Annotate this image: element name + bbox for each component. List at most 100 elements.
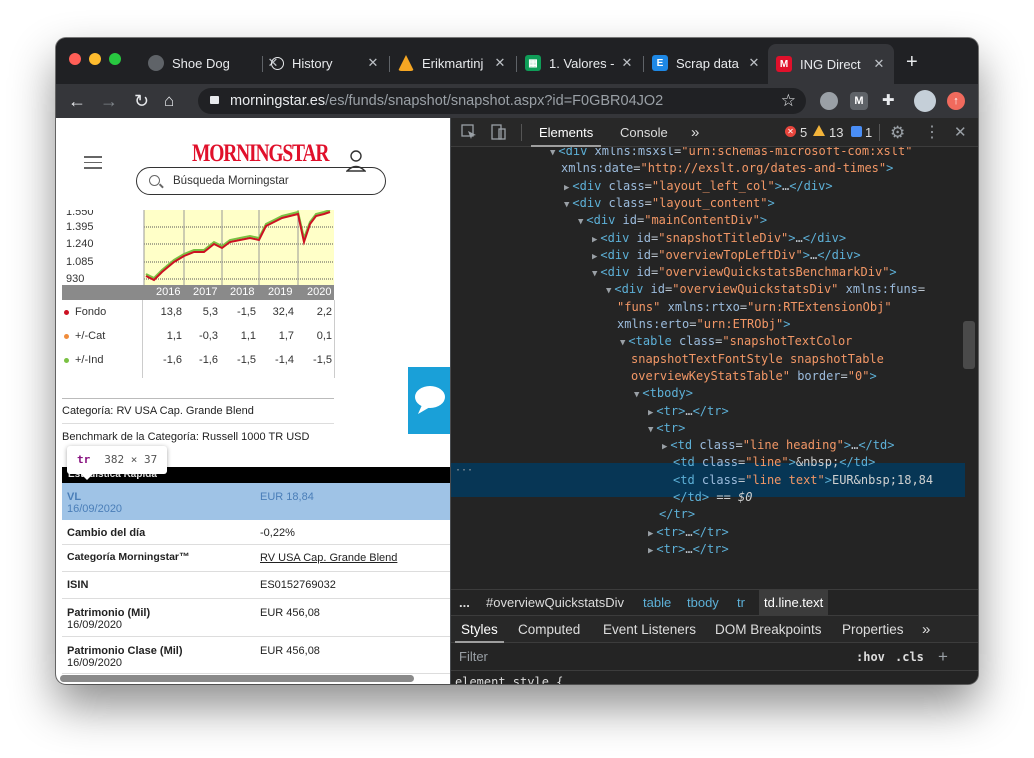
warning-icon[interactable] bbox=[813, 125, 825, 136]
dom-node-line[interactable]: ▼ <div xmlns:msxsl="urn:schemas-microsoft… bbox=[550, 147, 912, 160]
more-subtabs-icon[interactable]: » bbox=[922, 616, 930, 643]
inspect-icon[interactable] bbox=[461, 124, 477, 140]
address-bar[interactable]: morningstar.es/es/funds/snapshot/snapsho… bbox=[198, 88, 806, 114]
close-devtools-icon[interactable]: ✕ bbox=[954, 118, 967, 147]
kebab-menu-icon[interactable]: ⋮ bbox=[924, 118, 940, 147]
error-icon[interactable]: ✕ bbox=[785, 126, 796, 137]
style-rule-selector[interactable]: element.style { bbox=[455, 675, 563, 684]
breadcrumb-current[interactable]: td.line.text bbox=[759, 590, 829, 616]
expanded-triangle-icon[interactable]: ▼ bbox=[634, 390, 639, 400]
category-link[interactable]: RV USA Cap. Grande Blend bbox=[260, 552, 397, 564]
close-icon[interactable]: ✕ bbox=[618, 55, 636, 71]
collapsed-triangle-icon[interactable]: ▶ bbox=[592, 252, 597, 262]
puzzle-icon[interactable]: ✚ bbox=[882, 92, 900, 110]
dom-node-line[interactable]: ▼ <tr> bbox=[648, 420, 685, 437]
dom-node-line[interactable]: ▼ <div id="overviewQuickstatsBenchmarkDiv… bbox=[592, 264, 897, 281]
dom-node-line[interactable]: ▶ <div id="overviewTopLeftDiv">…</div> bbox=[592, 247, 861, 264]
more-tabs-icon[interactable]: » bbox=[691, 118, 699, 147]
dom-node-line[interactable]: <td class="line text">EUR&nbsp;18,84 bbox=[673, 472, 933, 489]
close-icon[interactable]: ✕ bbox=[745, 55, 763, 71]
zoom-window-button[interactable] bbox=[109, 53, 121, 65]
star-icon[interactable]: ☆ bbox=[781, 88, 796, 114]
new-tab-button[interactable]: + bbox=[906, 52, 918, 72]
breadcrumb-more[interactable]: ... bbox=[459, 590, 470, 616]
breadcrumb-item[interactable]: tr bbox=[737, 590, 745, 616]
menu-icon[interactable] bbox=[84, 156, 102, 173]
collapsed-triangle-icon[interactable]: ▶ bbox=[648, 529, 653, 539]
reload-icon[interactable]: ↻ bbox=[134, 90, 149, 112]
dom-node-line[interactable]: overviewKeyStatsTable" border="0"> bbox=[631, 368, 877, 385]
dom-node-line[interactable]: ▶ <div id="snapshotTitleDiv">…</div> bbox=[592, 230, 846, 247]
dom-node-line[interactable]: xmlns:erto="urn:ETRObj"> bbox=[617, 316, 790, 333]
tab-valores[interactable]: ▦ 1. Valores - ✕ bbox=[517, 48, 642, 78]
chat-button[interactable] bbox=[408, 367, 450, 434]
minimize-window-button[interactable] bbox=[89, 53, 101, 65]
collapsed-triangle-icon[interactable]: ▶ bbox=[648, 408, 653, 418]
dom-node-line[interactable]: </td> == $0 bbox=[673, 489, 752, 506]
dom-node-line[interactable]: "funs" xmlns:rtxo="urn:RTExtensionObj" bbox=[617, 299, 892, 316]
breadcrumb-item[interactable]: tbody bbox=[687, 590, 719, 616]
dom-node-line[interactable]: <td class="line">&nbsp;</td> bbox=[673, 454, 875, 471]
collapsed-triangle-icon[interactable]: ▶ bbox=[592, 235, 597, 245]
vertical-scrollbar[interactable] bbox=[963, 321, 975, 369]
collapsed-triangle-icon[interactable]: ▶ bbox=[648, 546, 653, 556]
expanded-triangle-icon[interactable]: ▼ bbox=[648, 425, 653, 435]
expanded-triangle-icon[interactable]: ▼ bbox=[550, 148, 555, 158]
dom-node-line[interactable]: ▶ <td class="line heading">…</td> bbox=[662, 437, 894, 454]
message-icon[interactable] bbox=[851, 126, 862, 137]
dom-node-line[interactable]: ▼ <div id="overviewQuickstatsDiv" xmlns:f… bbox=[606, 281, 925, 298]
expanded-triangle-icon[interactable]: ▼ bbox=[592, 269, 597, 279]
expanded-triangle-icon[interactable]: ▼ bbox=[578, 217, 583, 227]
dom-tree[interactable]: ··· ▼ <div xmlns:msxsl="urn:schemas-micro… bbox=[451, 147, 978, 589]
hov-button[interactable]: :hov bbox=[856, 643, 885, 671]
dom-node-line[interactable]: ▶ <div class="layout_left_col">…</div> bbox=[564, 178, 833, 195]
forward-icon[interactable]: → bbox=[100, 90, 118, 112]
back-icon[interactable]: ← bbox=[68, 90, 86, 112]
tab-styles[interactable]: Styles bbox=[455, 616, 504, 643]
breadcrumb-item[interactable]: #overviewQuickstatsDiv bbox=[486, 590, 624, 616]
horizontal-scrollbar[interactable] bbox=[60, 675, 414, 682]
tab-erikmartinj[interactable]: Erikmartinj ✕ bbox=[390, 48, 515, 78]
tab-history[interactable]: History ✕ bbox=[263, 48, 388, 78]
home-icon[interactable]: ⌂ bbox=[164, 90, 174, 112]
tab-elements[interactable]: Elements bbox=[530, 118, 602, 147]
tab-console[interactable]: Console bbox=[620, 118, 668, 147]
cls-button[interactable]: .cls bbox=[895, 643, 924, 671]
add-rule-icon[interactable]: + bbox=[938, 643, 948, 671]
dom-node-line[interactable]: ▶ <tr>…</tr> bbox=[648, 524, 729, 541]
chat-extension-icon[interactable] bbox=[820, 92, 838, 110]
tab-computed[interactable]: Computed bbox=[518, 616, 580, 643]
error-count[interactable]: 5 bbox=[800, 118, 807, 147]
expanded-triangle-icon[interactable]: ▼ bbox=[564, 200, 569, 210]
close-window-button[interactable] bbox=[69, 53, 81, 65]
tab-scrap-data[interactable]: E Scrap data ✕ bbox=[644, 48, 769, 78]
gear-icon[interactable]: ⚙ bbox=[890, 118, 905, 147]
tab-properties[interactable]: Properties bbox=[842, 616, 904, 643]
expanded-triangle-icon[interactable]: ▼ bbox=[606, 286, 611, 296]
device-toolbar-icon[interactable] bbox=[491, 124, 507, 140]
dom-node-line[interactable]: xmlns:date="http://exslt.org/dates-and-t… bbox=[561, 160, 893, 177]
dom-node-line[interactable]: ▼ <tbody> bbox=[634, 385, 693, 402]
breadcrumb-item[interactable]: table bbox=[643, 590, 671, 616]
search-input[interactable]: Búsqueda Morningstar bbox=[136, 167, 386, 195]
avatar[interactable] bbox=[914, 90, 936, 112]
dom-node-line[interactable]: </tr> bbox=[659, 506, 695, 523]
filter-input[interactable]: Filter bbox=[459, 643, 488, 671]
close-icon[interactable]: ✕ bbox=[491, 55, 509, 71]
warning-count[interactable]: 13 bbox=[829, 118, 843, 147]
dom-node-line[interactable]: ▼ <div id="mainContentDiv"> bbox=[578, 212, 767, 229]
collapsed-triangle-icon[interactable]: ▶ bbox=[564, 183, 569, 193]
message-count[interactable]: 1 bbox=[865, 118, 872, 147]
expanded-triangle-icon[interactable]: ▼ bbox=[620, 338, 625, 348]
tab-dom-breakpoints[interactable]: DOM Breakpoints bbox=[715, 616, 822, 643]
close-icon[interactable]: ✕ bbox=[364, 55, 382, 71]
dom-node-line[interactable]: ▼ <div class="layout_content"> bbox=[564, 195, 775, 212]
m-extension-icon[interactable]: M bbox=[850, 92, 868, 110]
dom-node-line[interactable]: snapshotTextFontStyle snapshotTable bbox=[631, 351, 884, 368]
update-icon[interactable]: ↑ bbox=[947, 92, 965, 110]
tab-event-listeners[interactable]: Event Listeners bbox=[603, 616, 696, 643]
close-icon[interactable]: ✕ bbox=[870, 56, 888, 72]
tab-ing-direct[interactable]: M ING Direct ✕ bbox=[768, 44, 894, 84]
morningstar-logo[interactable]: MORNINGSTAR bbox=[192, 140, 329, 170]
dom-node-line[interactable]: ▶ <tr>…</tr> bbox=[648, 541, 729, 558]
